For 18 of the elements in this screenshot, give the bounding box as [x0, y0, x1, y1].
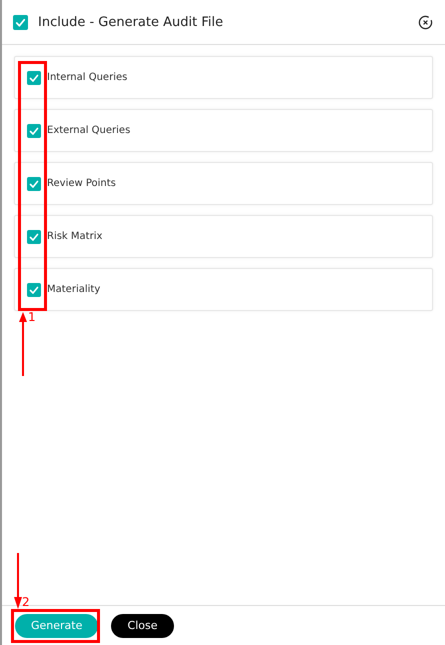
- annotation-arrow: [18, 312, 28, 376]
- option-checkbox[interactable]: [27, 176, 41, 190]
- close-icon[interactable]: [418, 14, 433, 30]
- option-checkbox[interactable]: [27, 230, 41, 244]
- annotation-number: 2: [22, 596, 30, 608]
- option-checkbox[interactable]: [27, 124, 41, 138]
- option-label: External Queries: [47, 125, 130, 136]
- annotation-number: 1: [28, 311, 36, 323]
- option-label: Internal Queries: [47, 72, 128, 83]
- option-label: Review Points: [47, 178, 116, 189]
- close-button[interactable]: Close: [111, 614, 174, 638]
- dialog-title: Include - Generate Audit File: [38, 14, 224, 30]
- option-checkbox[interactable]: [27, 282, 41, 296]
- option-label: Risk Matrix: [47, 231, 102, 242]
- option-label: Materiality: [47, 284, 100, 295]
- annotation-arrow: [13, 553, 23, 609]
- header-checkbox[interactable]: [13, 14, 28, 30]
- option-checkbox[interactable]: [27, 70, 41, 84]
